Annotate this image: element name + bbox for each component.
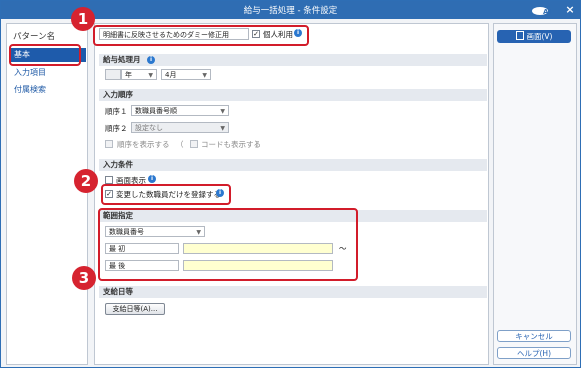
- help-button[interactable]: ヘルプ(H): [497, 347, 571, 359]
- show-code-label: コードも表示する: [201, 140, 261, 149]
- range-first-label-box: 最 初: [105, 243, 179, 254]
- section-input-order: 入力順序: [99, 89, 487, 101]
- range-last-label-box: 最 後: [105, 260, 179, 271]
- svg-text:AI: AI: [543, 8, 551, 16]
- close-button[interactable]: ×: [563, 3, 577, 17]
- show-order-checkbox[interactable]: [105, 140, 113, 148]
- chevron-down-icon: ▼: [148, 72, 153, 79]
- range-first-input[interactable]: [183, 243, 333, 254]
- callout-badge-3: 3: [72, 266, 96, 290]
- range-last-label: 最 後: [109, 262, 126, 270]
- year-suffix: 年: [125, 71, 132, 79]
- changed-only-checkbox[interactable]: ✓: [105, 190, 113, 198]
- callout-badge-2: 2: [74, 169, 98, 193]
- month-select[interactable]: 4月 ▼: [161, 69, 211, 80]
- range-type-value: 数職員番号: [109, 228, 144, 236]
- screen-display-label: 画面表示: [116, 176, 146, 185]
- sidebar-item-basic[interactable]: 基本: [10, 48, 86, 62]
- range-type-select[interactable]: 数職員番号 ▼: [105, 226, 205, 237]
- chevron-down-icon: ▼: [220, 108, 225, 115]
- section-input-condition: 入力条件: [99, 159, 487, 171]
- personal-use-label: 個人利用: [263, 30, 293, 39]
- info-icon[interactable]: i: [147, 56, 155, 64]
- action-panel: 画面(V) キャンセル ヘルプ(H): [493, 23, 577, 365]
- range-tilde: 〜: [339, 244, 347, 253]
- info-icon[interactable]: i: [294, 29, 302, 37]
- section-pay-month: 給与処理月 i: [99, 54, 487, 66]
- info-icon[interactable]: i: [216, 189, 224, 197]
- payday-button[interactable]: 支給日等(A)...: [105, 303, 165, 315]
- order1-label: 順序１: [105, 107, 128, 116]
- chevron-down-icon: ▼: [220, 125, 225, 132]
- screen-button-label: 画面(V): [526, 32, 553, 41]
- month-value: 4月: [165, 71, 177, 79]
- callout-badge-1: 1: [71, 7, 95, 31]
- range-first-label: 最 初: [109, 245, 126, 253]
- chevron-down-icon: ▼: [202, 72, 207, 79]
- pay-month-heading: 給与処理月: [103, 55, 141, 64]
- order2-select[interactable]: 設定なし ▼: [131, 122, 229, 133]
- sidebar-heading: パターン名: [13, 32, 56, 42]
- changed-only-label: 変更した数職員だけを登録する: [116, 190, 221, 199]
- section-payday: 支給日等: [99, 286, 487, 298]
- sidebar-item-attached-search[interactable]: 付属検索: [10, 83, 86, 97]
- show-order-label: 順序を表示する: [117, 140, 170, 149]
- pattern-name-input[interactable]: 明細書に反映させるためのダミー修正用: [99, 28, 249, 40]
- order1-select[interactable]: 数職員番号順 ▼: [131, 105, 229, 116]
- chevron-down-icon: ▼: [196, 229, 201, 236]
- screen-display-checkbox[interactable]: [105, 176, 113, 184]
- order1-value: 数職員番号順: [135, 107, 177, 115]
- paren-close: ）: [255, 140, 263, 149]
- cancel-button[interactable]: キャンセル: [497, 330, 571, 342]
- year-input[interactable]: [105, 69, 121, 80]
- pattern-sidebar: パターン名 基本 入力項目 付属検索: [6, 23, 88, 365]
- settings-window: 給与一括処理 - 条件設定 AI × パターン名 基本 入力項目 付属検索 明細…: [0, 0, 581, 368]
- screen-icon: [515, 31, 524, 40]
- order2-label: 順序２: [105, 124, 128, 133]
- show-code-checkbox[interactable]: [190, 140, 198, 148]
- app-logo-icon: AI: [532, 7, 551, 16]
- year-select[interactable]: 年 ▼: [121, 69, 157, 80]
- personal-use-checkbox[interactable]: ✓: [252, 30, 260, 38]
- info-icon[interactable]: i: [148, 175, 156, 183]
- sidebar-item-input-items[interactable]: 入力項目: [10, 66, 86, 80]
- paren-open: （: [176, 140, 184, 149]
- range-last-input[interactable]: [183, 260, 333, 271]
- order2-value: 設定なし: [135, 124, 163, 132]
- main-panel: 明細書に反映させるためのダミー修正用 ✓ 個人利用 i 給与処理月 i 年 ▼ …: [94, 23, 489, 365]
- screen-button[interactable]: 画面(V): [497, 30, 571, 43]
- section-range: 範囲指定: [99, 210, 487, 222]
